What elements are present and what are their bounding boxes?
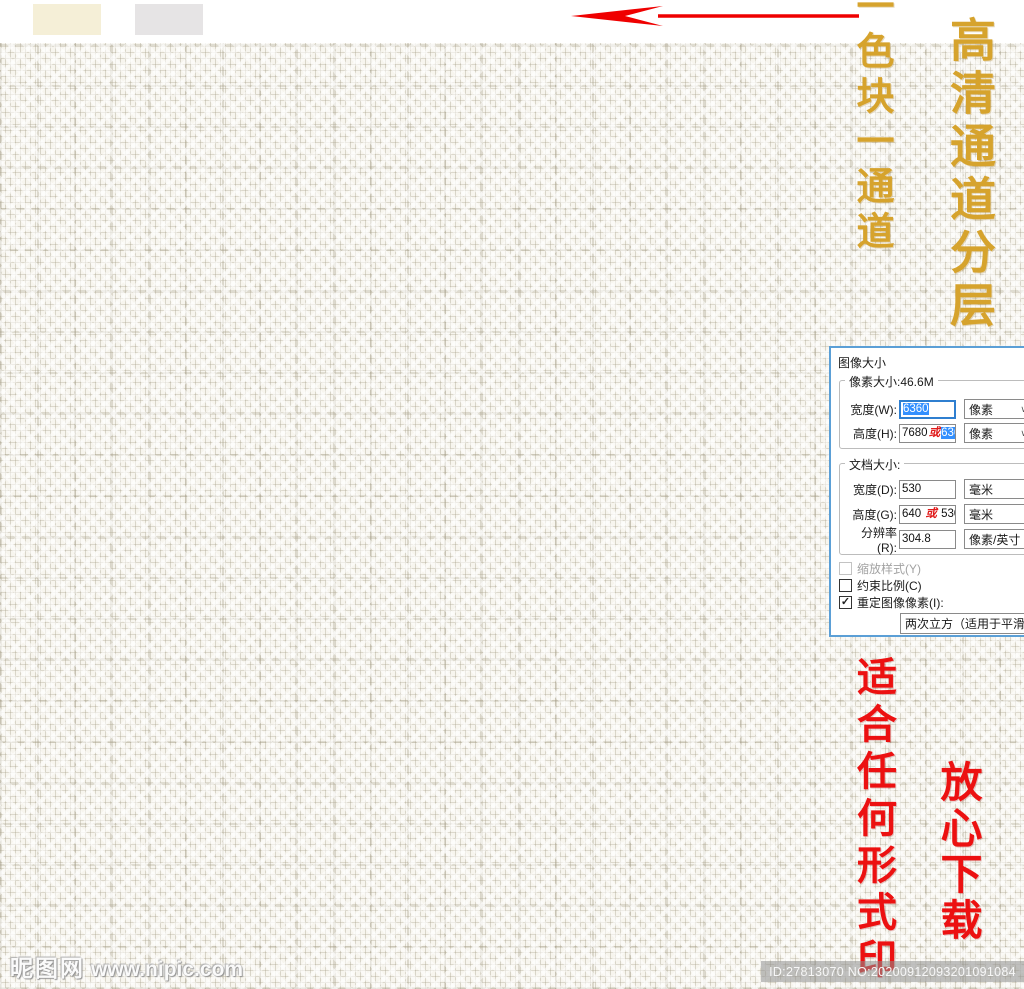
doc-height-new-value: 530 xyxy=(941,507,955,520)
pixel-width-value: 6360 xyxy=(903,402,929,415)
doc-height-label: 高度(G): xyxy=(852,507,897,522)
pixel-width-input[interactable]: 6360 xyxy=(899,399,956,419)
pixel-height-unit-value: 像素 xyxy=(969,426,994,441)
pixel-height-unit-select[interactable]: 像素 ∨ xyxy=(964,423,1024,443)
resample-method-select[interactable]: 两次立方（适用于平滑渐变 xyxy=(900,613,1024,634)
pixel-width-unit-select[interactable]: 像素 ∨ xyxy=(964,399,1024,419)
resolution-unit-value: 像素/英寸 xyxy=(969,532,1021,547)
caption-suits-any-print-form: 适合任何形式印 xyxy=(851,656,896,985)
resample-method-value: 两次立方（适用于平滑渐变 xyxy=(905,617,1024,631)
pixel-height-row: 高度(H): 7680或6360 像素 ∨ xyxy=(831,423,1024,443)
site-watermark: 昵图网 www.nipic.com xyxy=(10,949,243,983)
pixel-height-old-value: 7680 xyxy=(902,426,928,439)
site-name-logo: 昵图网 xyxy=(10,955,85,981)
doc-height-unit-value: 毫米 xyxy=(969,507,994,522)
doc-width-label: 宽度(D): xyxy=(853,482,897,497)
left-arrow-icon xyxy=(571,6,859,26)
caption-hd-channel-layers: 高清通道分层 xyxy=(944,16,995,334)
doc-height-old-value: 640 xyxy=(902,507,925,520)
pixel-size-legend: 像素大小:46.6M xyxy=(845,373,938,390)
pixel-height-label: 高度(H): xyxy=(853,426,897,441)
resample-image-label: 重定图像像素(I): xyxy=(857,595,944,610)
resolution-row: 分辨率(R): 304.8 像素/英寸 xyxy=(831,526,1024,555)
constrain-proportions-label: 约束比例(C) xyxy=(857,578,922,593)
pixel-width-row: 宽度(W): 6360 像素 ∨ xyxy=(831,399,1024,419)
checkbox-unchecked-icon[interactable] xyxy=(839,561,852,575)
or-annotation: 或 xyxy=(925,507,937,520)
pixel-width-unit-value: 像素 xyxy=(969,402,994,417)
red-arrow-annotation xyxy=(563,4,863,28)
doc-height-input[interactable]: 640 或 530 xyxy=(899,504,956,524)
dialog-title: 图像大小 xyxy=(838,356,887,370)
image-size-dialog: 图像大小 像素大小:46.6M 宽度(W): 6360 像素 ∨ 高度(H): … xyxy=(829,346,1024,637)
chevron-down-icon: ∨ xyxy=(1020,404,1024,415)
site-url: www.nipic.com xyxy=(91,958,244,981)
document-size-legend: 文档大小: xyxy=(845,456,905,473)
doc-width-unit-value: 毫米 xyxy=(969,482,994,497)
resample-image-checkbox-row: ✓ 重定图像像素(I): xyxy=(839,595,944,610)
doc-width-input[interactable]: 530 xyxy=(899,479,956,499)
or-annotation: 或 xyxy=(928,426,941,439)
doc-width-row: 宽度(D): 530 毫米 xyxy=(831,479,1024,499)
image-id-bar: ID:27813070 NO:20200912093201091084 xyxy=(761,961,1024,982)
doc-width-unit-select[interactable]: 毫米 xyxy=(964,479,1024,499)
resolution-label: 分辨率(R): xyxy=(860,525,897,555)
pixel-height-input[interactable]: 7680或6360 xyxy=(899,423,956,443)
color-swatch-gray xyxy=(135,4,203,35)
scale-styles-checkbox-row: 缩放样式(Y) xyxy=(839,561,921,576)
pixel-width-label: 宽度(W): xyxy=(850,402,897,417)
checkbox-checked-icon[interactable]: ✓ xyxy=(839,595,852,609)
pixel-height-new-value: 6360 xyxy=(941,426,955,439)
chevron-down-icon: ∨ xyxy=(1020,428,1024,439)
resolution-input[interactable]: 304.8 xyxy=(899,529,956,549)
constrain-proportions-checkbox-row: 约束比例(C) xyxy=(839,578,922,593)
color-swatch-cream xyxy=(33,4,101,35)
checkbox-unchecked-icon[interactable] xyxy=(839,578,852,592)
doc-height-row: 高度(G): 640 或 530 毫米 xyxy=(831,504,1024,524)
caption-one-block-one-channel: 一色块一通道 xyxy=(850,0,892,256)
doc-height-unit-select[interactable]: 毫米 xyxy=(964,504,1024,524)
caption-download-with-confidence: 放心下载 xyxy=(934,760,980,944)
scale-styles-label: 缩放样式(Y) xyxy=(857,561,921,576)
resolution-unit-select[interactable]: 像素/英寸 xyxy=(964,529,1024,549)
